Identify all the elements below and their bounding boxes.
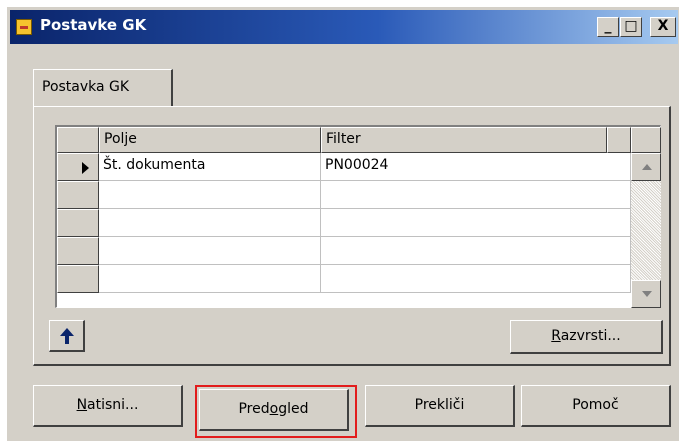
print-label-key: N	[76, 397, 88, 413]
cancel-label: Prekliči	[414, 397, 465, 413]
title-bar[interactable]: Postavke GK _ □ X	[10, 10, 678, 44]
highlight-box	[195, 385, 357, 438]
cancel-button[interactable]: Prekliči	[365, 385, 515, 427]
close-button[interactable]: X	[650, 17, 676, 37]
table-cell-filter[interactable]	[321, 181, 631, 209]
maximize-button[interactable]: □	[620, 17, 642, 37]
column-header-field-label: Polje	[104, 131, 137, 147]
window-title: Postavke GK	[40, 16, 147, 34]
scroll-down-button[interactable]	[631, 280, 661, 308]
table-cell-field[interactable]: Št. dokumenta	[99, 153, 321, 181]
column-header-filter-label: Filter	[326, 131, 361, 147]
row-selector[interactable]	[57, 265, 99, 293]
column-header-scroll	[631, 127, 661, 153]
scroll-up-icon	[642, 164, 652, 170]
help-label: Pomoč	[572, 397, 619, 413]
row-selector[interactable]	[57, 181, 99, 209]
table-cell-filter[interactable]	[321, 209, 631, 237]
row-selector[interactable]	[57, 237, 99, 265]
up-arrow-shaft	[65, 335, 69, 344]
filter-value: PN00024	[325, 157, 389, 173]
print-label-post: atisni...	[87, 397, 139, 413]
table-cell-filter[interactable]	[321, 265, 631, 293]
move-up-button[interactable]	[49, 320, 85, 352]
form-icon	[16, 19, 32, 35]
filter-grid: Polje Filter Št. dokumenta PN00024	[55, 125, 661, 308]
tab-postavka-gk[interactable]: Postavka GK	[33, 69, 173, 107]
minimize-button[interactable]: _	[597, 17, 619, 37]
row-selector[interactable]	[57, 209, 99, 237]
scroll-up-button[interactable]	[631, 153, 661, 181]
column-header-filter[interactable]: Filter	[321, 127, 607, 153]
row-selector[interactable]	[57, 153, 99, 181]
scroll-down-icon	[642, 291, 652, 297]
sort-label-post: azvrsti...	[560, 328, 621, 344]
sort-label-key: R	[551, 328, 561, 344]
sort-button[interactable]: Razvrsti...	[510, 320, 663, 354]
grid-corner-header	[57, 127, 99, 153]
field-value: Št. dokumenta	[103, 157, 206, 173]
column-header-field[interactable]: Polje	[99, 127, 321, 153]
table-cell-filter[interactable]: PN00024	[321, 153, 631, 181]
vertical-scrollbar[interactable]	[631, 153, 661, 308]
table-cell-filter[interactable]	[321, 237, 631, 265]
help-button[interactable]: Pomoč	[521, 385, 671, 427]
row-pointer-icon	[82, 162, 89, 174]
table-cell-field[interactable]	[99, 265, 321, 293]
table-cell-field[interactable]	[99, 181, 321, 209]
column-header-extra	[607, 127, 631, 153]
print-button[interactable]: Natisni...	[33, 385, 183, 427]
table-cell-field[interactable]	[99, 237, 321, 265]
tab-label: Postavka GK	[42, 79, 130, 95]
dialog-window: Postavke GK _ □ X Postavka GK Polje Filt…	[6, 6, 679, 441]
table-cell-field[interactable]	[99, 209, 321, 237]
